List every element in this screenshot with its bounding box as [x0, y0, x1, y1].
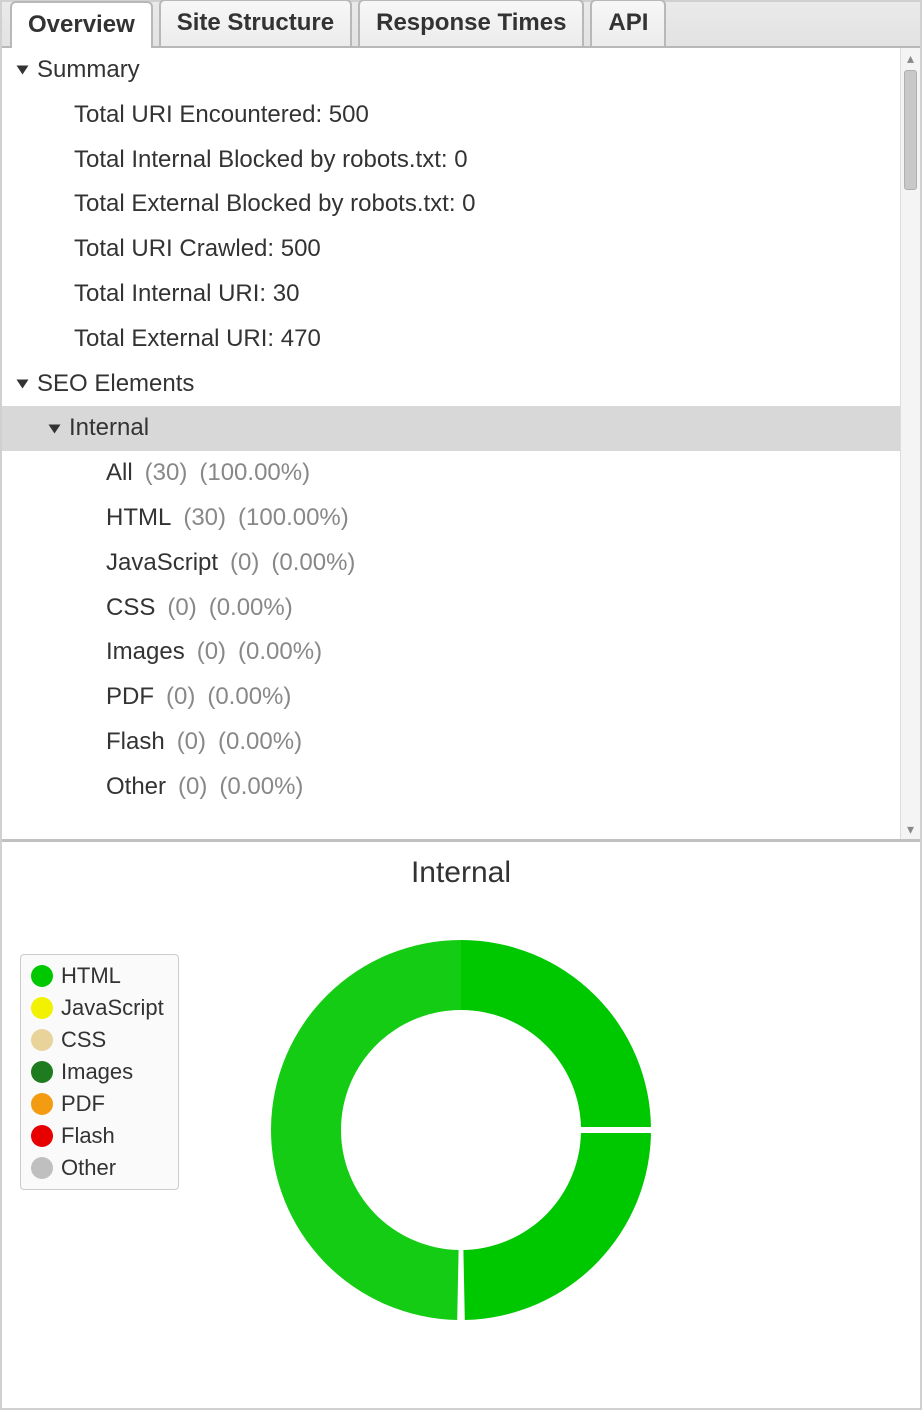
summary-item[interactable]: Total Internal URI: 30 [2, 272, 900, 317]
legend-swatch-icon [31, 997, 53, 1019]
summary-item[interactable]: Total URI Crawled: 500 [2, 227, 900, 272]
internal-row[interactable]: Images (0) (0.00%) [2, 630, 900, 675]
chart-title: Internal [20, 856, 902, 890]
legend-swatch-icon [31, 1157, 53, 1179]
scroll-thumb[interactable] [904, 70, 917, 190]
vertical-scrollbar[interactable]: ▴ ▾ [900, 48, 920, 839]
tree-group-internal[interactable]: Internal [2, 406, 900, 451]
summary-title: Summary [37, 56, 140, 85]
legend-item[interactable]: Other [31, 1155, 164, 1181]
legend-label: Other [61, 1155, 116, 1181]
internal-row[interactable]: CSS (0) (0.00%) [2, 586, 900, 631]
legend-label: Flash [61, 1123, 115, 1149]
internal-row[interactable]: All (30) (100.00%) [2, 451, 900, 496]
summary-item[interactable]: Total URI Encountered: 500 [2, 93, 900, 138]
legend-label: PDF [61, 1091, 105, 1117]
internal-row[interactable]: Other (0) (0.00%) [2, 765, 900, 810]
legend-label: JavaScript [61, 995, 164, 1021]
legend-label: CSS [61, 1027, 106, 1053]
internal-row[interactable]: JavaScript (0) (0.00%) [2, 541, 900, 586]
seo-title: SEO Elements [37, 370, 194, 399]
tab-site-structure[interactable]: Site Structure [159, 0, 352, 46]
internal-row[interactable]: Flash (0) (0.00%) [2, 720, 900, 765]
legend-swatch-icon [31, 1125, 53, 1147]
internal-row[interactable]: HTML (30) (100.00%) [2, 496, 900, 541]
legend-item[interactable]: CSS [31, 1027, 164, 1053]
chevron-down-icon [49, 424, 61, 433]
tree-group-summary[interactable]: Summary [2, 48, 900, 93]
chart-pane: Internal HTML JavaScript CSS Images PDF Flash… [2, 842, 920, 1408]
chevron-down-icon [17, 66, 29, 75]
legend-label: HTML [61, 963, 121, 989]
summary-item[interactable]: Total External URI: 470 [2, 317, 900, 362]
legend-item[interactable]: Images [31, 1059, 164, 1085]
legend-item[interactable]: JavaScript [31, 995, 164, 1021]
chart-area: HTML JavaScript CSS Images PDF Flash Other [20, 900, 902, 1360]
legend-item[interactable]: PDF [31, 1091, 164, 1117]
chart-legend: HTML JavaScript CSS Images PDF Flash Other [20, 954, 179, 1190]
legend-item[interactable]: HTML [31, 963, 164, 989]
internal-row[interactable]: PDF (0) (0.00%) [2, 675, 900, 720]
tree-pane: Summary Total URI Encountered: 500 Total… [2, 48, 920, 842]
app-window: Overview Site Structure Response Times A… [0, 0, 922, 1410]
legend-swatch-icon [31, 965, 53, 987]
scroll-up-icon[interactable]: ▴ [901, 48, 920, 68]
tree-scroll[interactable]: Summary Total URI Encountered: 500 Total… [2, 48, 900, 839]
legend-swatch-icon [31, 1093, 53, 1115]
legend-swatch-icon [31, 1029, 53, 1051]
scroll-down-icon[interactable]: ▾ [901, 819, 920, 839]
summary-item[interactable]: Total Internal Blocked by robots.txt: 0 [2, 138, 900, 183]
tab-api[interactable]: API [590, 0, 666, 46]
summary-item[interactable]: Total External Blocked by robots.txt: 0 [2, 182, 900, 227]
chevron-down-icon [17, 379, 29, 388]
tree-group-seo[interactable]: SEO Elements [2, 362, 900, 407]
legend-label: Images [61, 1059, 133, 1085]
tab-bar: Overview Site Structure Response Times A… [2, 2, 920, 48]
legend-item[interactable]: Flash [31, 1123, 164, 1149]
tab-overview[interactable]: Overview [10, 1, 153, 48]
tab-response-times[interactable]: Response Times [358, 0, 584, 46]
legend-swatch-icon [31, 1061, 53, 1083]
internal-title: Internal [69, 414, 149, 443]
donut-chart [251, 920, 671, 1340]
